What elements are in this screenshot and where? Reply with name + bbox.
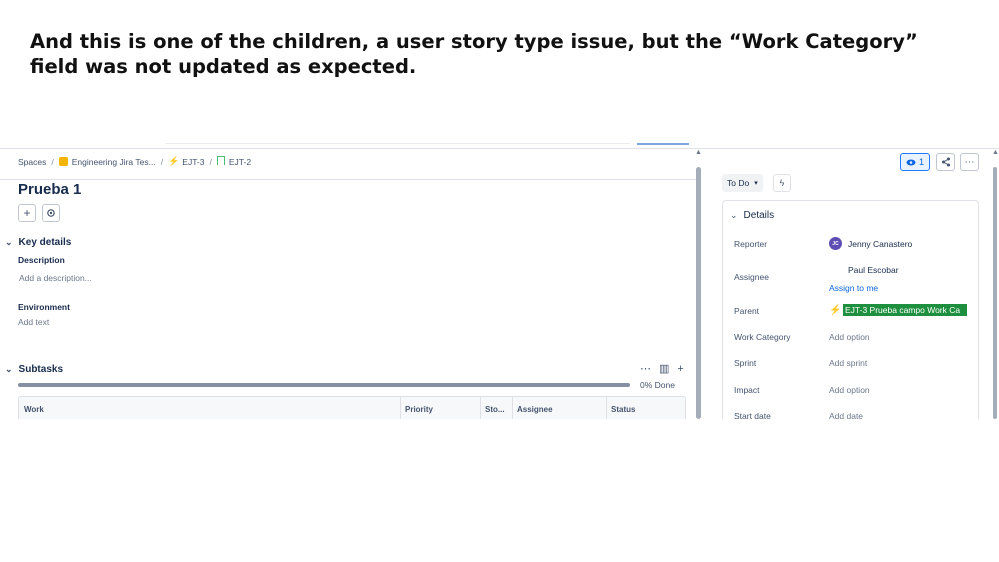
subtask-tools: ⋯ ▥ +: [640, 362, 684, 376]
start-date-label: Start date: [734, 411, 771, 419]
epic-icon: ⚡: [168, 156, 180, 166]
key-details-heading: Key details: [18, 237, 72, 248]
breadcrumb-project[interactable]: Engineering Jira Tes...: [72, 157, 156, 167]
breadcrumb-epic[interactable]: EJT-3: [182, 157, 204, 167]
breadcrumb-divider: [0, 179, 697, 180]
more-actions-button[interactable]: ⋯: [960, 153, 979, 171]
column-header-priority[interactable]: Priority: [405, 405, 433, 414]
story-icon: [216, 156, 225, 165]
details-header[interactable]: ⌄ Details: [730, 210, 774, 221]
top-divider: [165, 143, 630, 144]
impact-field[interactable]: Add option: [829, 385, 870, 395]
issue-title[interactable]: Prueba 1: [18, 181, 81, 198]
parent-label: Parent: [734, 306, 760, 316]
assignee-label: Assignee: [734, 272, 769, 282]
share-button[interactable]: [936, 153, 955, 171]
impact-label: Impact: [734, 385, 760, 395]
gear-icon: [47, 209, 55, 217]
chevron-down-icon: ⌄: [5, 364, 13, 374]
scroll-up-arrow[interactable]: ▲: [695, 149, 702, 156]
sprint-label: Sprint: [734, 358, 757, 368]
avatar: JC: [829, 237, 842, 250]
subtask-progress-bar: [18, 383, 630, 387]
reporter-label: Reporter: [734, 239, 768, 249]
slide-caption: And this is one of the children, a user …: [30, 30, 918, 78]
active-tab-indicator: [637, 143, 689, 145]
status-dropdown[interactable]: To Do ▾: [722, 174, 763, 192]
add-subtask-icon[interactable]: +: [677, 363, 683, 375]
project-icon: [58, 157, 68, 166]
eye-icon: [906, 159, 916, 165]
share-icon: [941, 157, 950, 167]
breadcrumb: Spaces / Engineering Jira Tes... / ⚡ EJT…: [18, 156, 252, 167]
start-date-field[interactable]: Add date: [829, 411, 863, 419]
assignee-value[interactable]: Paul Escobar: [848, 265, 899, 275]
column-header-assignee[interactable]: Assignee: [517, 405, 553, 414]
progress-text: 0% Done: [640, 380, 675, 390]
watch-count: 1: [918, 157, 924, 167]
chevron-down-icon: ▾: [754, 180, 758, 187]
subtasks-table: Work Priority Sto... Assignee Status: [18, 396, 686, 419]
jira-screenshot: Spaces / Engineering Jira Tes... / ⚡ EJT…: [0, 143, 999, 419]
header-divider: [0, 148, 999, 149]
description-field[interactable]: Add a description...: [19, 273, 92, 283]
environment-label: Environment: [18, 302, 70, 312]
breadcrumb-spaces[interactable]: Spaces: [18, 157, 46, 167]
assign-to-me-link[interactable]: Assign to me: [829, 283, 878, 293]
column-header-status[interactable]: Status: [611, 405, 635, 414]
watch-button[interactable]: 1: [900, 153, 930, 171]
lightning-icon: ϟ: [779, 178, 785, 188]
epic-icon: ⚡: [829, 305, 842, 316]
plus-icon: +: [23, 206, 31, 220]
more-icon[interactable]: ⋯: [640, 362, 651, 375]
chevron-down-icon: ⌄: [730, 210, 738, 220]
reporter-value[interactable]: Jenny Canastero: [848, 239, 912, 249]
column-header-story-points[interactable]: Sto...: [485, 405, 505, 414]
breadcrumb-issue[interactable]: EJT-2: [229, 157, 251, 167]
subtasks-heading: Subtasks: [18, 364, 64, 375]
sprint-field[interactable]: Add sprint: [829, 358, 867, 368]
scroll-up-arrow[interactable]: ▲: [992, 149, 999, 156]
main-scrollbar[interactable]: [696, 167, 701, 419]
work-category-label: Work Category: [734, 332, 791, 342]
chevron-down-icon: ⌄: [5, 237, 13, 247]
details-heading: Details: [743, 210, 775, 221]
details-scrollbar[interactable]: [993, 167, 997, 419]
delete-icon[interactable]: ▥: [659, 362, 669, 375]
description-label: Description: [18, 255, 65, 265]
parent-value[interactable]: EJT-3 Prueba campo Work Ca: [843, 304, 967, 316]
environment-field[interactable]: Add text: [18, 317, 49, 327]
automation-button[interactable]: ϟ: [773, 174, 791, 192]
work-category-field[interactable]: Add option: [829, 332, 870, 342]
more-icon: ⋯: [964, 156, 975, 168]
subtasks-header[interactable]: ⌄ Subtasks: [5, 364, 63, 375]
column-header-work[interactable]: Work: [24, 405, 44, 414]
status-label: To Do: [727, 178, 750, 188]
add-button[interactable]: +: [18, 204, 36, 222]
apps-button[interactable]: [42, 204, 60, 222]
key-details-header[interactable]: ⌄ Key details: [5, 237, 71, 248]
